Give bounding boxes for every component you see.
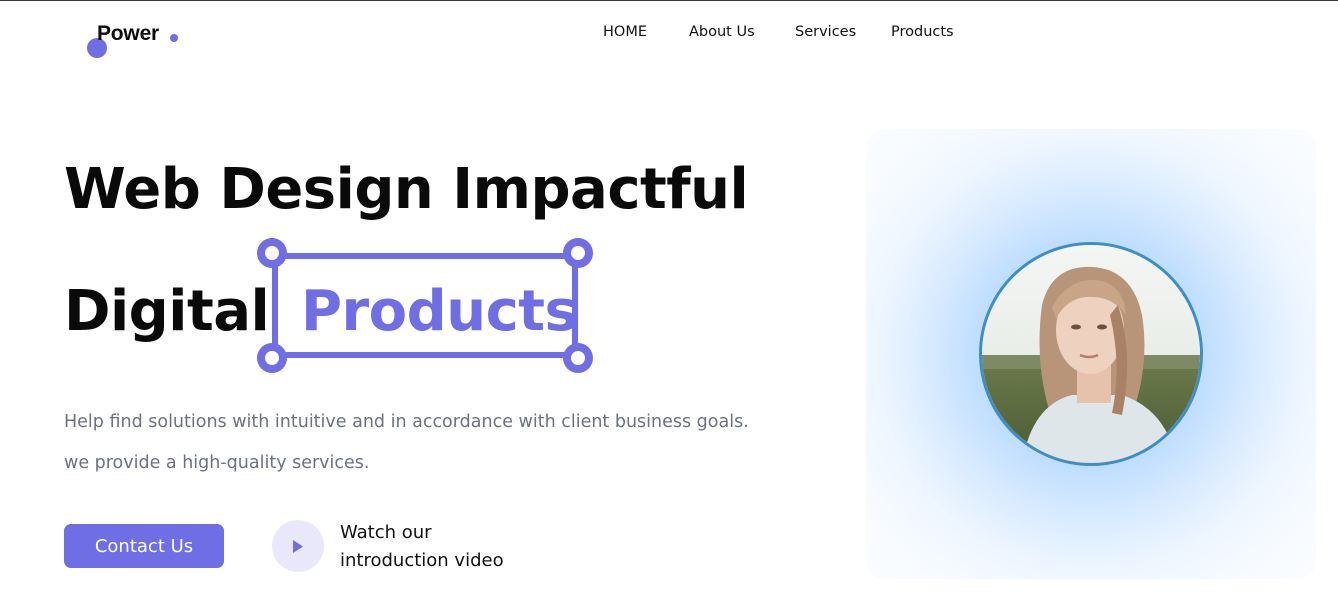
play-video-button[interactable] (272, 520, 324, 572)
hero-highlight-word: Products (301, 279, 578, 344)
logo-dot-icon (170, 34, 178, 42)
watch-video-label-line1: Watch our (340, 522, 432, 543)
brand-logo[interactable]: Power (86, 20, 196, 60)
nav-item-products[interactable]: Products (891, 22, 954, 42)
portrait-photo (979, 242, 1203, 466)
watch-video-link[interactable]: Watch our introduction video (340, 519, 560, 575)
frame-handle-top-left (257, 238, 287, 268)
watch-video-label-line2: introduction video (340, 550, 504, 571)
hero-description-line1: Help find solutions with intuitive and i… (64, 412, 749, 432)
contact-us-button[interactable]: Contact Us (64, 524, 224, 568)
nav-item-about-us[interactable]: About Us (689, 22, 755, 42)
nav-item-home[interactable]: HOME (603, 22, 647, 42)
hero-description: Help find solutions with intuitive and i… (64, 402, 784, 484)
frame-handle-bottom-left (257, 343, 287, 373)
brand-name: Power (97, 22, 160, 45)
hero-title-line2: Digital (64, 279, 270, 344)
hero-description-line2: we provide a high-quality services. (64, 453, 370, 473)
frame-handle-top-right (563, 238, 593, 268)
hero-title-line1: Web Design Impactful (64, 157, 749, 222)
top-border (0, 0, 1338, 1)
nav-item-services[interactable]: Services (795, 22, 856, 42)
play-icon (292, 539, 304, 553)
